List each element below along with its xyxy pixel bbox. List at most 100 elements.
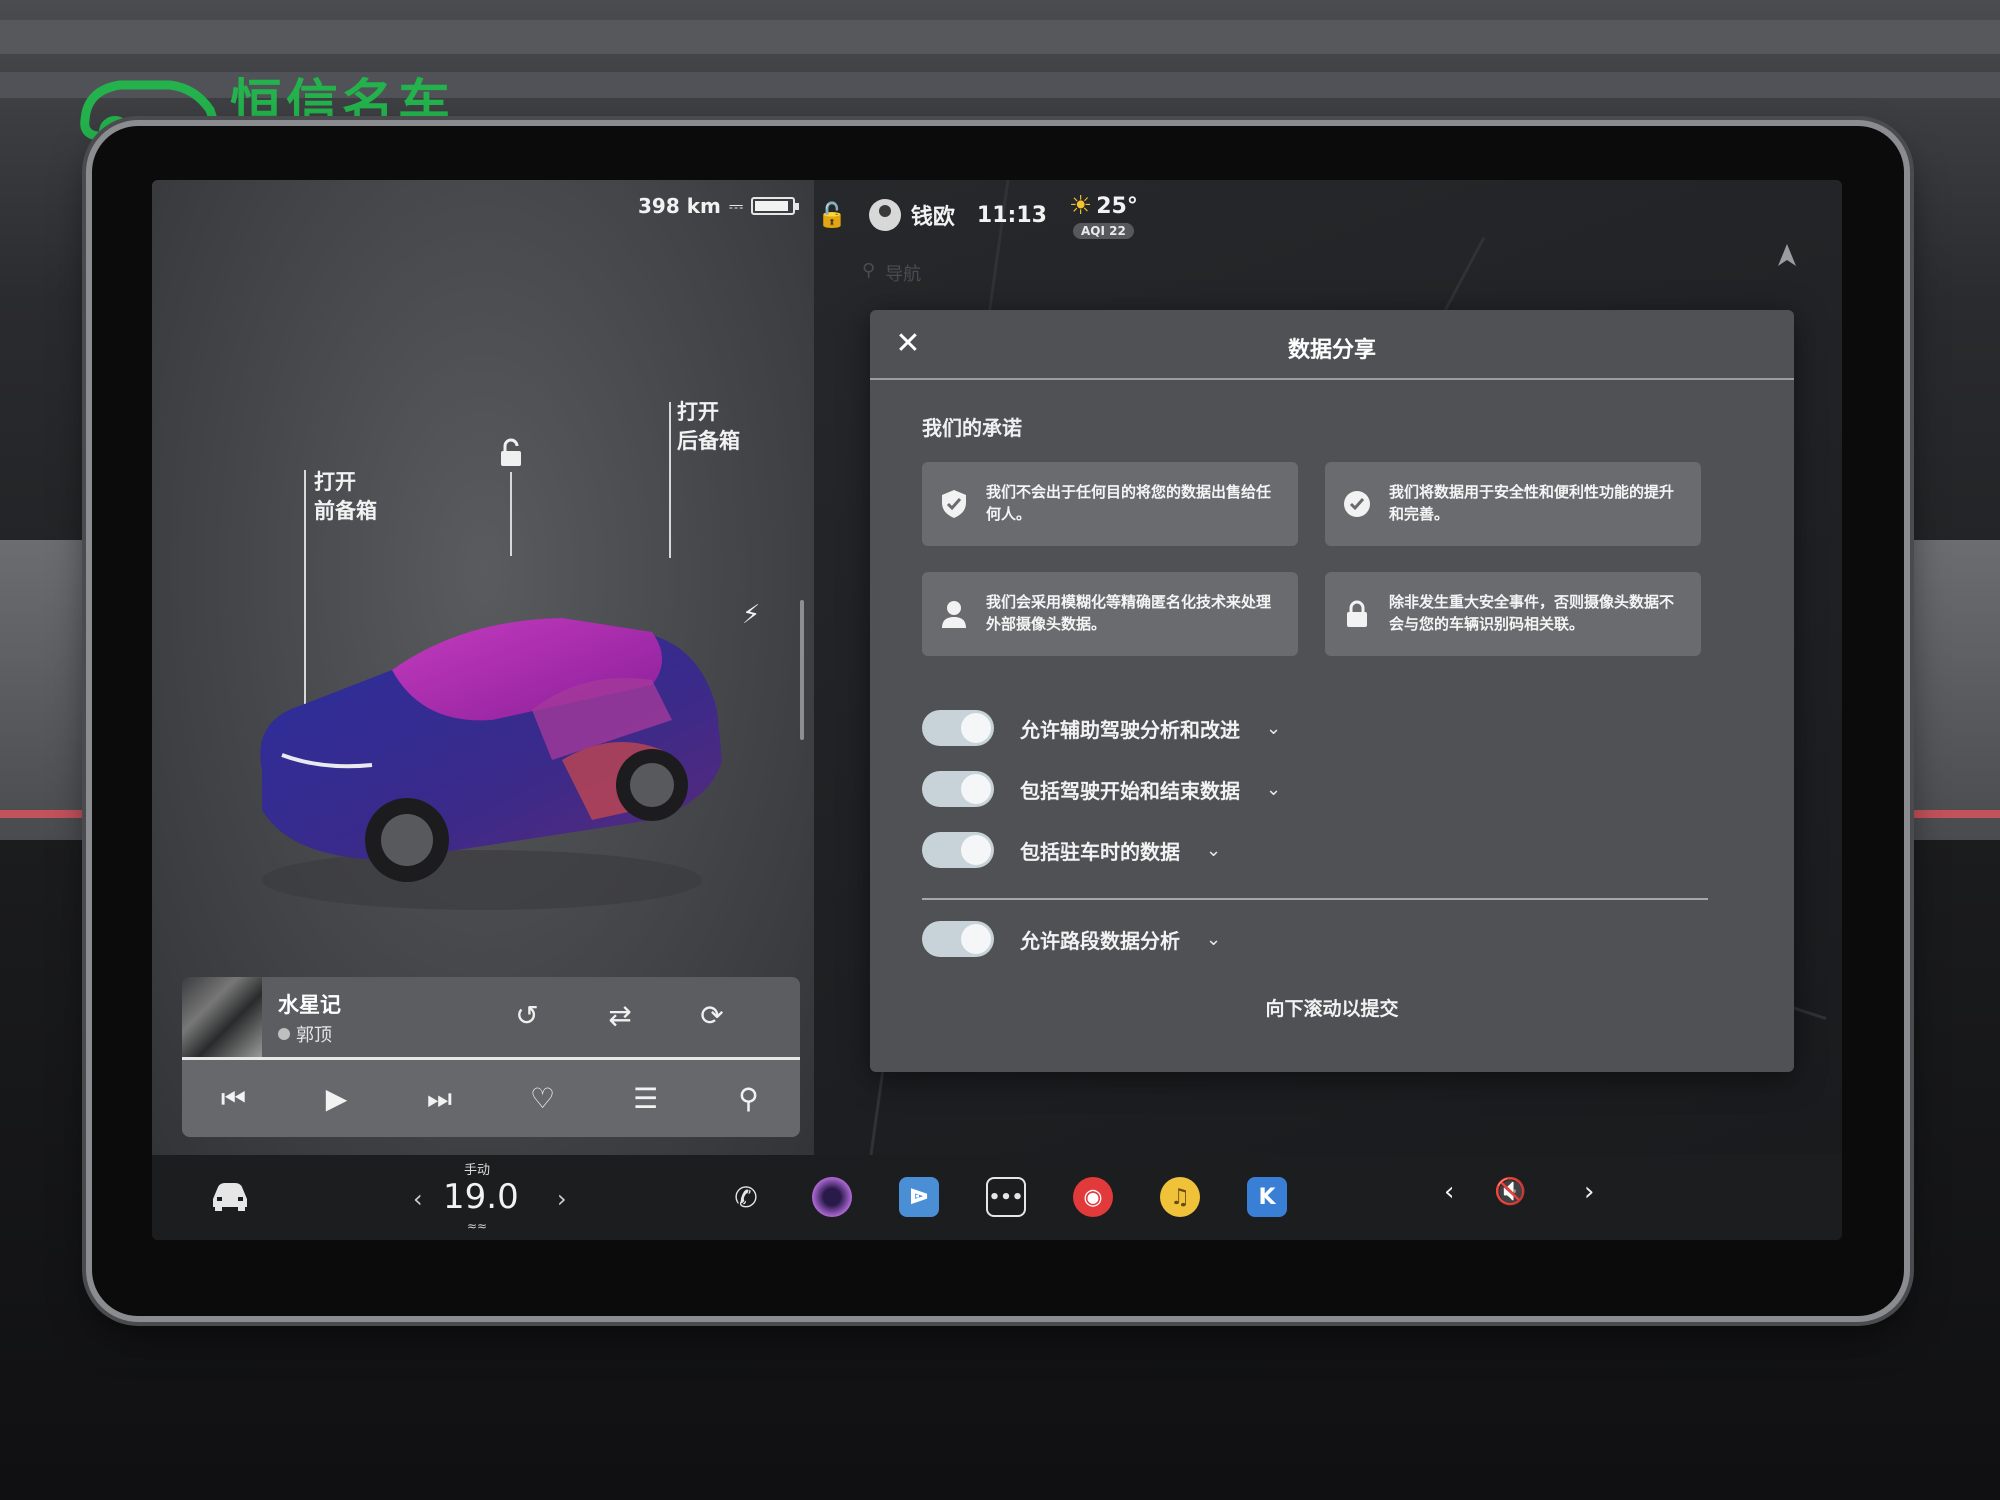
- rewind-icon: ↺: [515, 998, 539, 1032]
- clock: 11:13: [976, 202, 1047, 228]
- more-apps-button[interactable]: •••: [986, 1177, 1026, 1217]
- frunk-label-line1: 打开: [314, 470, 356, 494]
- section-title: 我们的承诺: [922, 416, 1022, 440]
- battery-icon: [751, 197, 800, 215]
- toggle-knob: [961, 835, 991, 865]
- volume-up-button[interactable]: ›: [1584, 1177, 1594, 1207]
- open-trunk-button[interactable]: 打开 后备箱: [677, 398, 740, 457]
- toggle-label: 包括驾驶开始和结束数据: [1020, 778, 1240, 803]
- source-icon: [278, 1028, 290, 1040]
- chevron-down-icon[interactable]: ⌄: [1206, 929, 1221, 950]
- open-frunk-button[interactable]: 打开 前备箱: [314, 468, 377, 527]
- artist-name: 郭顶: [296, 1025, 332, 1046]
- dialog-title: 数据分享: [1287, 338, 1376, 363]
- skip-back-icon: ⏮: [220, 1081, 247, 1115]
- media-controls: ⏮ ▶ ⏭ ♡ ☰ ⚲: [182, 1060, 800, 1137]
- netease-music-icon: ◉: [1083, 1184, 1103, 1210]
- toggle-row-trip-data: 包括驾驶开始和结束数据 ⌄: [922, 771, 1281, 807]
- trip-data-toggle[interactable]: [922, 771, 994, 807]
- kugou-icon: K: [1258, 1184, 1276, 1210]
- dialog-header: ✕ 数据分享: [870, 310, 1794, 380]
- lock-status-icon[interactable]: 🔓: [817, 201, 847, 229]
- netease-music-button[interactable]: ◉: [1073, 1177, 1113, 1217]
- chevron-right-icon: ›: [1584, 1177, 1595, 1207]
- climate-mode: 手动: [464, 1163, 491, 1178]
- climate-control: ‹ 手动 19.0 › ≈≈: [407, 1155, 577, 1240]
- previous-track-button[interactable]: ⏮: [211, 1076, 257, 1122]
- trunk-label-line1: 打开: [677, 400, 719, 424]
- promise-text: 我们将数据用于安全性和便利性功能的提升和完善。: [1389, 483, 1675, 523]
- promise-card: 我们将数据用于安全性和便利性功能的提升和完善。: [1325, 462, 1701, 546]
- mute-button[interactable]: 🔇: [1494, 1177, 1526, 1207]
- phone-app-button[interactable]: ✆: [726, 1177, 766, 1217]
- outside-temperature: 25°: [1096, 193, 1138, 219]
- shuffle-button[interactable]: ⇄: [600, 995, 640, 1035]
- skip-forward-icon: ⏭: [426, 1081, 453, 1115]
- favorite-button[interactable]: ♡: [520, 1076, 566, 1122]
- next-track-button[interactable]: ⏭: [417, 1076, 463, 1122]
- promise-card: 我们会采用模糊化等精确匿名化技术来处理外部摄像头数据。: [922, 572, 1298, 656]
- car-3d-model: [260, 618, 722, 910]
- touchscreen: ⚲ 导航 398 km ⎓ 打开 前备箱 打开 后备箱 ⚡ 水星记 郭顶 ↺ ⇄…: [152, 180, 1842, 1240]
- scroll-to-submit-hint: 向下滚动以提交: [1265, 998, 1399, 1020]
- seat-heater-icon[interactable]: ≈≈: [467, 1219, 487, 1233]
- music-app-button[interactable]: ♫: [1160, 1177, 1200, 1217]
- toggle-knob: [961, 924, 991, 954]
- repeat-button[interactable]: ⟳: [692, 995, 732, 1035]
- rewind-15-button[interactable]: ↺: [507, 995, 547, 1035]
- ambient-light-right: [1890, 810, 2000, 818]
- charging-port-icon: ⎓: [728, 195, 744, 217]
- promise-text: 我们不会出于任何目的将您的数据出售给任何人。: [986, 483, 1272, 523]
- temp-decrease-button[interactable]: ‹: [413, 1185, 423, 1213]
- battery-fill: [755, 201, 789, 211]
- road-segment-toggle[interactable]: [922, 921, 994, 957]
- unlock-icon[interactable]: [496, 438, 526, 468]
- cabin-temperature[interactable]: 19.0: [443, 1177, 519, 1217]
- toggle-label: 包括驻车时的数据: [1020, 839, 1180, 864]
- heart-icon: ♡: [529, 1082, 556, 1115]
- adas-analysis-toggle[interactable]: [922, 710, 994, 746]
- toggle-knob: [961, 774, 991, 804]
- promise-text: 我们会采用模糊化等精确匿名化技术来处理外部摄像头数据。: [986, 593, 1272, 633]
- repeat-icon: ⟳: [700, 998, 724, 1032]
- equalizer-icon: ☰: [632, 1082, 659, 1115]
- bottom-dock: ‹ 手动 19.0 › ≈≈ ✆ ᐉ ••• ◉ ♫ K ‹ 🔇 ›: [152, 1155, 1842, 1240]
- chevron-down-icon[interactable]: ⌄: [1266, 779, 1281, 800]
- divider: [922, 898, 1708, 900]
- shield-check-icon: [942, 490, 966, 518]
- weather-widget[interactable]: ☀ 25° AQI 22: [1069, 191, 1138, 239]
- chevron-down-icon[interactable]: ⌄: [1206, 840, 1221, 861]
- compass-arrow-icon[interactable]: [1772, 240, 1802, 270]
- toggle-row-parked-data: 包括驻车时的数据 ⌄: [922, 832, 1221, 868]
- car-status-panel: 398 km ⎓ 打开 前备箱 打开 后备箱 ⚡ 水星记 郭顶 ↺ ⇄ ⟳ ⏮ …: [152, 180, 814, 1155]
- album-art[interactable]: [182, 977, 262, 1057]
- parked-data-toggle[interactable]: [922, 832, 994, 868]
- search-icon: ⚲: [862, 260, 876, 281]
- aqi-badge: AQI 22: [1072, 223, 1134, 239]
- search-icon: ⚲: [738, 1082, 759, 1115]
- scroll-indicator[interactable]: [800, 600, 804, 740]
- trunk-label-line2: 后备箱: [677, 429, 740, 454]
- media-player: 水星记 郭顶 ↺ ⇄ ⟳ ⏮ ▶ ⏭ ♡ ☰ ⚲: [182, 977, 800, 1137]
- toggle-label: 允许辅助驾驶分析和改进: [1020, 717, 1240, 742]
- chevron-down-icon[interactable]: ⌄: [1266, 718, 1281, 739]
- bluetooth-app-button[interactable]: ᐉ: [899, 1177, 939, 1217]
- chevron-right-icon: ›: [557, 1185, 567, 1213]
- sun-icon: ☀: [1068, 191, 1093, 221]
- volume-down-button[interactable]: ‹: [1444, 1177, 1454, 1207]
- toggle-label: 允许路段数据分析: [1020, 928, 1180, 953]
- car-controls-icon[interactable]: [207, 1175, 253, 1215]
- media-search-button[interactable]: ⚲: [726, 1076, 772, 1122]
- play-icon: ▶: [325, 1082, 348, 1115]
- chevron-left-icon: ‹: [413, 1185, 423, 1213]
- kugou-app-button[interactable]: K: [1247, 1177, 1287, 1217]
- lock-icon: [1347, 600, 1367, 627]
- promise-text: 除非发生重大安全事件，否则摄像头数据不会与您的车辆识别码相关联。: [1389, 593, 1675, 633]
- play-button[interactable]: ▶: [314, 1076, 360, 1122]
- user-name: 钱欧: [910, 205, 955, 230]
- camera-app-button[interactable]: [812, 1177, 852, 1217]
- temp-increase-button[interactable]: ›: [557, 1185, 567, 1213]
- user-profile[interactable]: 钱欧: [868, 199, 955, 231]
- equalizer-button[interactable]: ☰: [623, 1076, 669, 1122]
- nav-search[interactable]: ⚲ 导航: [862, 260, 921, 286]
